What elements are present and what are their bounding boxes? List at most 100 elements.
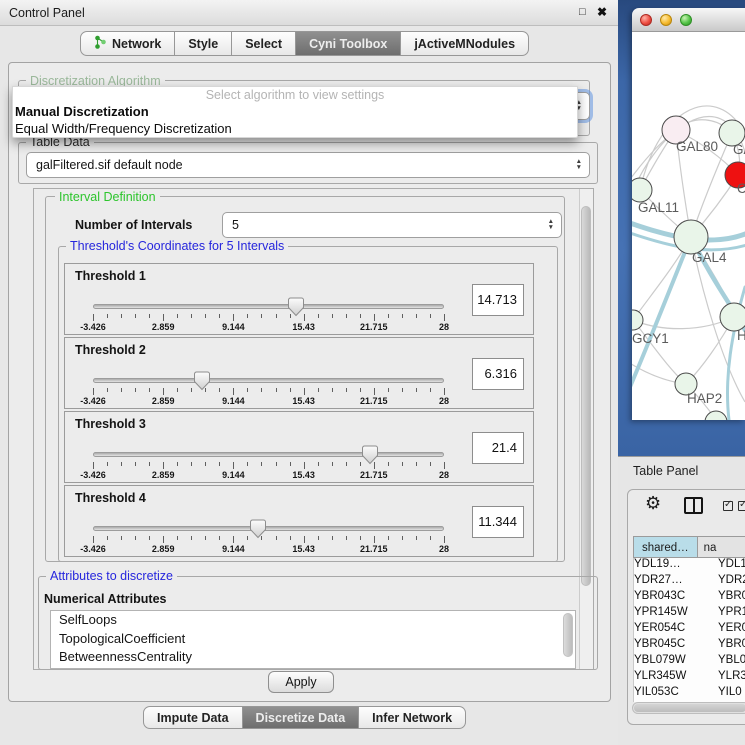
GCY1-node[interactable] — [632, 310, 643, 330]
column-header-name[interactable]: na — [698, 536, 745, 558]
threshold-rows: Threshold 1-3.4262.8599.14415.4321.71528… — [64, 263, 534, 559]
checkbox-icon[interactable] — [723, 501, 733, 511]
table-row[interactable]: YDR27…YDR2 — [633, 574, 745, 590]
tab-select[interactable]: Select — [232, 31, 296, 56]
slider-tick — [93, 462, 94, 469]
table-header-row: shared… na — [633, 536, 745, 558]
table-cell-name: YIL0 — [713, 686, 742, 702]
settings-vertical-scrollbar-thumb[interactable] — [581, 206, 591, 586]
table-data-combobox-value: galFiltered.sif default node — [36, 158, 183, 172]
algorithm-placeholder: Select algorithm to view settings — [13, 87, 577, 103]
tab-jactivemnodules[interactable]: jActiveMNodules — [401, 31, 529, 56]
GAL11-node[interactable] — [632, 178, 652, 202]
number-of-intervals-label: Number of Intervals — [75, 218, 192, 232]
slider-tick-label: 9.144 — [211, 544, 255, 554]
node-label: GAL4 — [692, 250, 727, 265]
tab-style[interactable]: Style — [175, 31, 232, 56]
table-row[interactable]: YBL079WYBL0 — [633, 654, 745, 670]
table-row[interactable]: YBR045CYBR0 — [633, 638, 745, 654]
table-row[interactable]: YPR145WYPR1 — [633, 606, 745, 622]
slider-tick — [219, 536, 220, 540]
algorithm-option-equal-width[interactable]: Equal Width/Frequency Discretization — [13, 120, 577, 137]
network-canvas[interactable]: GAL80GACGAL11GAL4GCY1HHAP2 — [632, 32, 745, 420]
float-icon[interactable]: □ — [579, 6, 586, 19]
slider-tick-label: 21.715 — [352, 544, 396, 554]
threshold-slider-track[interactable] — [93, 452, 444, 457]
close-icon[interactable]: ✖ — [597, 5, 607, 19]
table-cell-name: YDL1 — [713, 558, 745, 574]
slider-tick — [121, 314, 122, 318]
tab-discretize-data[interactable]: Discretize Data — [243, 706, 360, 729]
slider-tick — [163, 462, 164, 469]
threshold-value-field[interactable]: 14.713 — [472, 284, 524, 316]
right-edge-node[interactable] — [720, 303, 745, 331]
column-header-shared-name[interactable]: shared… — [633, 536, 698, 558]
tab-impute-data[interactable]: Impute Data — [143, 706, 243, 729]
threshold-slider-thumb[interactable] — [250, 519, 266, 539]
slider-tick-label: -3.426 — [71, 544, 115, 554]
threshold-slider-thumb[interactable] — [194, 371, 210, 391]
gear-icon[interactable]: ⚙ — [645, 493, 661, 514]
slider-tick — [430, 462, 431, 466]
zoom-light-icon[interactable] — [680, 14, 692, 26]
slider-tick — [402, 536, 403, 540]
table-data-combobox[interactable]: galFiltered.sif default node ▲▼ — [26, 152, 590, 178]
attribute-list-item[interactable]: TopologicalCoefficient — [51, 630, 575, 649]
slider-tick — [93, 536, 94, 543]
threshold-slider-thumb[interactable] — [362, 445, 378, 465]
slider-tick — [332, 388, 333, 392]
table-row[interactable]: YDL19…YDL1 — [633, 558, 745, 574]
node-label: GA — [733, 142, 745, 157]
slider-tick — [177, 314, 178, 318]
table-row[interactable]: YBR043CYBR0 — [633, 590, 745, 606]
table-row[interactable]: YLR345WYLR3 — [633, 670, 745, 686]
GAL4-node[interactable] — [674, 220, 708, 254]
slider-tick — [233, 314, 234, 321]
apply-button[interactable]: Apply — [268, 671, 334, 693]
table-horizontal-scrollbar[interactable] — [632, 702, 745, 714]
slider-tick — [346, 388, 347, 392]
network-window-titlebar — [632, 8, 745, 32]
slider-tick — [177, 462, 178, 466]
threshold-slider-thumb[interactable] — [288, 297, 304, 317]
threshold-value-field[interactable]: 11.344 — [472, 506, 524, 538]
slider-tick-label: 2.859 — [141, 470, 185, 480]
tab-network[interactable]: Network — [80, 31, 175, 56]
slider-tick — [261, 314, 262, 318]
attributes-list-scrollbar-thumb[interactable] — [563, 613, 573, 657]
table-cell-shared-name: YBR043C — [633, 590, 713, 606]
table-cell-shared-name: YDR27… — [633, 574, 713, 590]
tab-infer-network[interactable]: Infer Network — [359, 706, 466, 729]
threshold-slider-track[interactable] — [93, 378, 444, 383]
slider-tick — [219, 388, 220, 392]
slider-tick — [332, 462, 333, 466]
checkbox-icon[interactable] — [738, 501, 745, 511]
tab-style-label: Style — [188, 37, 218, 51]
network-view-window[interactable]: GAL80GACGAL11GAL4GCY1HHAP2 — [632, 8, 745, 420]
tab-cyni-toolbox[interactable]: Cyni Toolbox — [296, 31, 401, 56]
table-horizontal-scrollbar-thumb[interactable] — [634, 704, 745, 712]
table-row[interactable]: YIL053CYIL0 — [633, 686, 745, 702]
numerical-attributes-list[interactable]: SelfLoopsTopologicalCoefficientBetweenne… — [50, 610, 576, 669]
control-panel-title: Control Panel — [9, 6, 85, 20]
slider-tick — [191, 462, 192, 466]
attribute-list-item[interactable]: SelfLoops — [51, 611, 575, 630]
columns-icon[interactable] — [684, 497, 703, 514]
bottom-node[interactable] — [705, 411, 727, 420]
attribute-list-item[interactable]: BetweennessCentrality — [51, 648, 575, 667]
table-row[interactable]: YER054CYER0 — [633, 622, 745, 638]
number-of-intervals-combobox[interactable]: 5 ▲▼ — [222, 212, 562, 238]
threshold-value-field[interactable]: 21.4 — [472, 432, 524, 464]
node-label: GAL11 — [638, 200, 679, 215]
threshold-value-field[interactable]: 6.316 — [472, 358, 524, 390]
minimize-light-icon[interactable] — [660, 14, 672, 26]
threshold-slider-track[interactable] — [93, 304, 444, 309]
algorithm-option-manual[interactable]: Manual Discretization — [13, 103, 577, 120]
node-label: GAL80 — [676, 139, 718, 154]
slider-tick — [290, 536, 291, 540]
close-light-icon[interactable] — [640, 14, 652, 26]
slider-tick — [402, 462, 403, 466]
threshold-slider-track[interactable] — [93, 526, 444, 531]
slider-tick — [430, 388, 431, 392]
tab-network-label: Network — [112, 37, 161, 51]
